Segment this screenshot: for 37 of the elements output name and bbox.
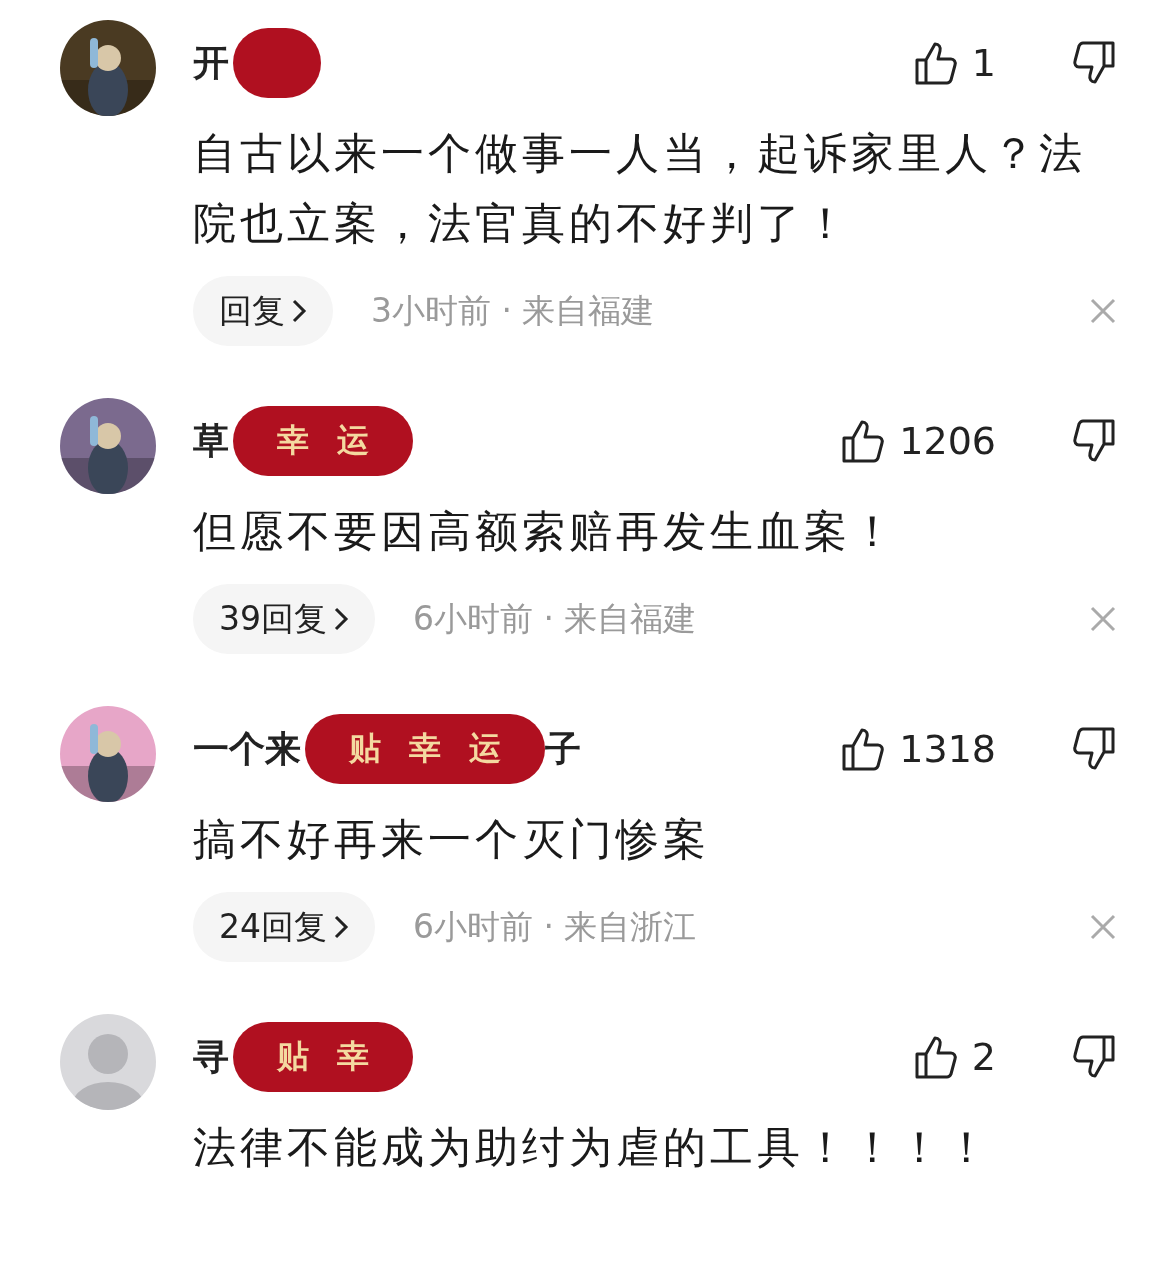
username[interactable]: 寻	[193, 1032, 229, 1082]
like-count: 2	[971, 1035, 996, 1079]
comment-meta: 3小时前 · 来自福建	[371, 289, 655, 332]
sticker-text: 运	[469, 728, 501, 769]
comment-text: 搞不好再来一个灭门惨案	[193, 813, 711, 866]
like-count: 1318	[899, 727, 996, 771]
comment-meta: 6小时前 · 来自浙江	[413, 905, 697, 948]
comment-meta: 6小时前 · 来自福建	[413, 597, 697, 640]
reply-button[interactable]: 回复	[193, 276, 333, 346]
thumbs-up-icon[interactable]	[913, 1034, 958, 1080]
sticker-text: 贴	[349, 728, 381, 769]
sticker-text: 幸	[337, 1036, 369, 1077]
username[interactable]: 草	[193, 416, 229, 466]
chevron-icon	[333, 606, 349, 632]
sticker-text: 贴	[277, 1036, 309, 1077]
thumbs-up-icon[interactable]	[841, 418, 886, 464]
thumbs-down-icon[interactable]	[1072, 1034, 1116, 1080]
sticker-text: 运	[337, 420, 369, 461]
thumbs-down-icon[interactable]	[1072, 726, 1116, 772]
comment-text: 自古以来一个做事一人当，起诉家里人？法院也立案，法官真的不好判了！	[193, 127, 1087, 250]
thumbs-down-icon[interactable]	[1072, 418, 1116, 464]
chevron-icon	[333, 914, 349, 940]
reply-button[interactable]: 24回复	[193, 892, 375, 962]
comment-text: 但愿不要因高额索赔再发生血案！	[193, 505, 899, 558]
comment-text: 法律不能成为助纣为虐的工具！！！！	[193, 1121, 993, 1174]
reply-button[interactable]: 39回复	[193, 584, 375, 654]
like-count: 1206	[899, 419, 996, 463]
username[interactable]: 子	[545, 724, 581, 774]
thumbs-down-icon[interactable]	[1072, 40, 1116, 86]
like-count: 1	[971, 41, 996, 85]
sticker-text: 幸	[277, 420, 309, 461]
username[interactable]: 一个来	[193, 724, 301, 774]
thumbs-up-icon[interactable]	[841, 726, 886, 772]
username[interactable]: 开	[193, 38, 229, 88]
chevron-icon	[291, 298, 307, 324]
sticker-text: 幸	[409, 728, 441, 769]
thumbs-up-icon[interactable]	[913, 40, 958, 86]
